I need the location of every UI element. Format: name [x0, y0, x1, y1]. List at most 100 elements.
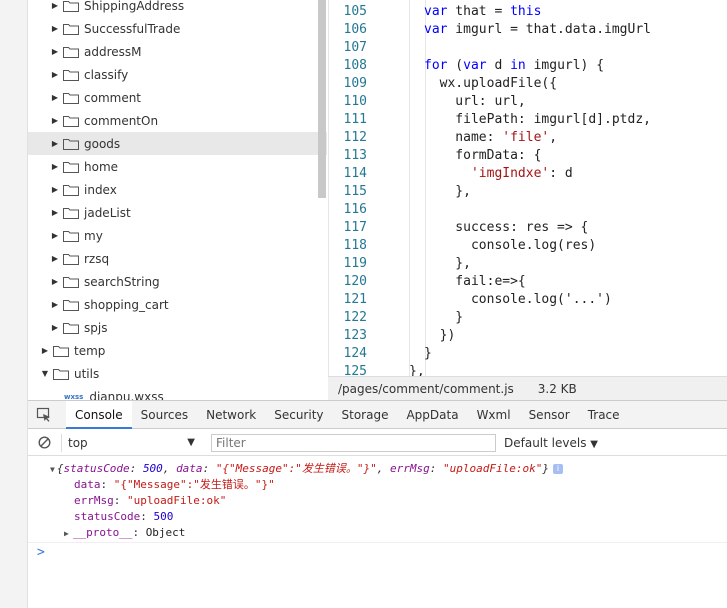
tree-item-label: searchString	[84, 274, 160, 289]
tab-appdata[interactable]: AppData	[397, 401, 467, 429]
code-line[interactable]: 112 name: 'file',	[329, 129, 727, 147]
tree-item-label: home	[84, 159, 119, 174]
code-line[interactable]: 116	[329, 201, 727, 219]
code-line[interactable]: 105 var that = this	[329, 3, 727, 21]
tab-trace[interactable]: Trace	[579, 401, 629, 429]
tab-storage[interactable]: Storage	[333, 401, 398, 429]
tree-item-label: index	[84, 182, 117, 197]
tree-folder-goods[interactable]: ▶ goods	[28, 132, 327, 155]
chevron-right-icon[interactable]: ▶	[50, 277, 60, 286]
code-line[interactable]: 115 },	[329, 183, 727, 201]
wxss-file-icon: wxss	[64, 392, 84, 401]
tree-folder-shopping-cart[interactable]: ▶ shopping_cart	[28, 293, 327, 316]
chevron-right-icon[interactable]: ▶	[50, 231, 60, 240]
chevron-right-icon[interactable]: ▶	[50, 70, 60, 79]
code-line[interactable]: 120 fail:e=>{	[329, 273, 727, 291]
tree-folder-home[interactable]: ▶ home	[28, 155, 327, 178]
code-text: filePath: imgurl[d].ptdz,	[424, 112, 651, 127]
chevron-down-icon[interactable]: ▼	[40, 369, 50, 378]
code-line[interactable]: 124}	[329, 345, 727, 363]
chevron-right-icon[interactable]: ▶	[50, 323, 60, 332]
tree-folder-commenton[interactable]: ▶ commentOn	[28, 109, 327, 132]
tree-folder-my[interactable]: ▶ my	[28, 224, 327, 247]
proto-property[interactable]: ▶ __proto__: Object	[64, 525, 185, 541]
chevron-right-icon[interactable]: ▶	[50, 93, 60, 102]
tree-folder-shippingaddress[interactable]: ▶ ShippingAddress	[28, 0, 327, 17]
chevron-right-icon[interactable]: ▶	[50, 208, 60, 217]
line-number: 110	[343, 94, 367, 109]
code-line[interactable]: 109 wx.uploadFile({	[329, 75, 727, 93]
code-line[interactable]: 119 },	[329, 255, 727, 273]
chevron-right-icon[interactable]: ▶	[50, 300, 60, 309]
code-line[interactable]: 121 console.log('...')	[329, 291, 727, 309]
log-separator	[28, 542, 727, 543]
folder-open-icon	[53, 368, 69, 380]
tab-wxml[interactable]: Wxml	[468, 401, 520, 429]
line-number: 109	[343, 76, 367, 91]
log-entry[interactable]: ▼ {statusCode: 500, data: "{"Message":"发生…	[50, 461, 563, 477]
tree-file-dianpu-wxss[interactable]: wxss dianpu.wxss	[28, 385, 327, 401]
log-levels-select[interactable]: Default levels ▼	[504, 436, 598, 450]
context-select[interactable]: top ▼	[61, 433, 201, 452]
tree-folder-comment[interactable]: ▶ comment	[28, 86, 327, 109]
devtools-tabbar: Console Sources Network Security Storage AppD…	[28, 400, 727, 429]
property-key: __proto__	[72, 526, 133, 539]
console-output: ▼ {statusCode: 500, data: "{"Message":"发生…	[28, 457, 727, 608]
chevron-right-icon[interactable]: ▶	[50, 162, 60, 171]
tree-folder-jadelist[interactable]: ▶ jadeList	[28, 201, 327, 224]
tab-console[interactable]: Console	[66, 400, 132, 429]
code-editor[interactable]: 105 var that = this 106 var imgurl = that.d…	[328, 0, 727, 376]
expand-arrow-icon[interactable]: ▼	[50, 465, 55, 474]
code-line[interactable]: 125},	[329, 363, 727, 376]
tree-item-label: spjs	[84, 320, 108, 335]
file-path: /pages/comment/comment.js	[338, 381, 514, 396]
line-number: 106	[343, 22, 367, 37]
tree-folder-spjs[interactable]: ▶ spjs	[28, 316, 327, 339]
tree-folder-searchstring[interactable]: ▶ searchString	[28, 270, 327, 293]
inspect-element-icon[interactable]	[36, 407, 52, 423]
tree-folder-index[interactable]: ▶ index	[28, 178, 327, 201]
code-line[interactable]: 113 formData: {	[329, 147, 727, 165]
code-line[interactable]: 106 var imgurl = that.data.imgUrl	[329, 21, 727, 39]
code-line[interactable]: 107	[329, 39, 727, 57]
code-line[interactable]: 122 }	[329, 309, 727, 327]
code-line[interactable]: 118 console.log(res)	[329, 237, 727, 255]
tree-item-label: SuccessfulTrade	[84, 21, 181, 36]
tree-folder-addressm[interactable]: ▶ addressM	[28, 40, 327, 63]
code-line[interactable]: 110 url: url,	[329, 93, 727, 111]
object-property[interactable]: errMsg: "uploadFile:ok"	[74, 493, 226, 509]
expand-arrow-icon[interactable]: ▶	[64, 529, 69, 538]
tab-security[interactable]: Security	[265, 401, 332, 429]
chevron-right-icon[interactable]: ▶	[50, 116, 60, 125]
chevron-right-icon[interactable]: ▶	[50, 1, 60, 10]
chevron-right-icon[interactable]: ▶	[50, 24, 60, 33]
chevron-right-icon[interactable]: ▶	[50, 254, 60, 263]
tree-folder-rzsq[interactable]: ▶ rzsq	[28, 247, 327, 270]
tree-folder-temp[interactable]: ▶ temp	[28, 339, 327, 362]
code-line[interactable]: 123 })	[329, 327, 727, 345]
code-line[interactable]: 117 success: res => {	[329, 219, 727, 237]
tree-folder-successfultrade[interactable]: ▶ SuccessfulTrade	[28, 17, 327, 40]
chevron-right-icon[interactable]: ▶	[50, 139, 60, 148]
tab-network[interactable]: Network	[197, 401, 265, 429]
code-text: success: res => {	[424, 220, 589, 235]
object-property[interactable]: statusCode: 500	[74, 509, 173, 525]
filter-input[interactable]	[211, 433, 496, 452]
chevron-right-icon[interactable]: ▶	[50, 47, 60, 56]
console-prompt[interactable]: >	[37, 545, 45, 560]
object-property[interactable]: data: "{"Message":"发生错误。"}"	[74, 477, 275, 493]
code-line[interactable]: 114 'imgIndxe': d	[329, 165, 727, 183]
clear-console-icon[interactable]	[38, 436, 51, 449]
file-tree-scrollbar[interactable]	[318, 0, 326, 198]
chevron-right-icon[interactable]: ▶	[40, 346, 50, 355]
tab-sensor[interactable]: Sensor	[520, 401, 579, 429]
code-line[interactable]: 111 filePath: imgurl[d].ptdz,	[329, 111, 727, 129]
code-line[interactable]: 108 for (var d in imgurl) {	[329, 57, 727, 75]
folder-icon	[63, 276, 79, 288]
info-icon[interactable]: i	[553, 464, 563, 474]
tree-folder-classify[interactable]: ▶ classify	[28, 63, 327, 86]
chevron-right-icon[interactable]: ▶	[50, 185, 60, 194]
tree-folder-utils[interactable]: ▼ utils	[28, 362, 327, 385]
tab-sources[interactable]: Sources	[132, 401, 197, 429]
property-value: "{"Message":"发生错误。"}"	[113, 478, 275, 491]
